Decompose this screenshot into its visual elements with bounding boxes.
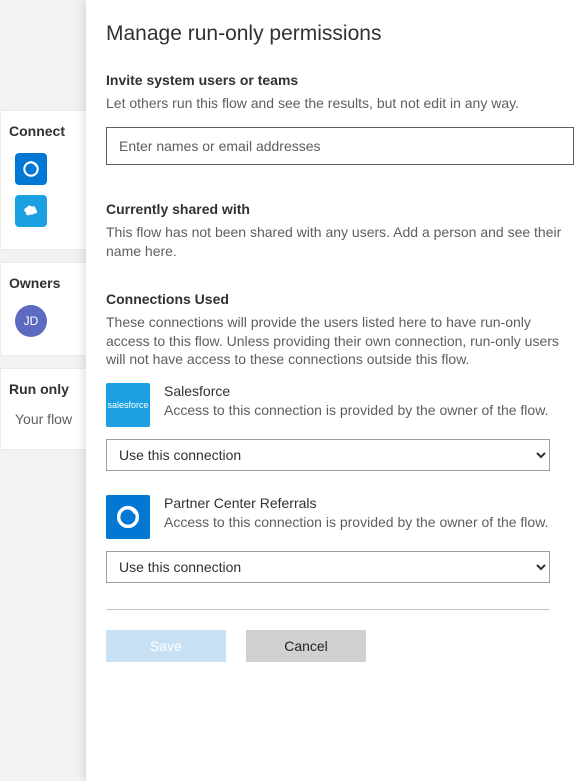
connections-heading: Connections Used <box>106 291 574 307</box>
shared-heading: Currently shared with <box>106 201 574 217</box>
panel-title: Manage run-only permissions <box>106 22 574 46</box>
bg-connections-card: Connect <box>0 110 92 250</box>
background-sidebar: Connect Owners JD Run only Your flow <box>0 0 92 781</box>
bg-connections-title: Connect <box>9 123 83 139</box>
bg-owners-card: Owners JD <box>0 262 92 356</box>
bg-runonly-text: Your flow <box>15 411 77 427</box>
connection-name: Salesforce <box>164 383 574 399</box>
connection-desc: Access to this connection is provided by… <box>164 513 574 531</box>
invite-desc: Let others run this flow and see the res… <box>106 94 574 113</box>
connections-desc: These connections will provide the users… <box>106 313 574 370</box>
salesforce-icon: salesforce <box>106 383 150 427</box>
shared-desc: This flow has not been shared with any u… <box>106 223 574 261</box>
salesforce-icon <box>15 195 47 227</box>
connection-select-salesforce[interactable]: Use this connection <box>106 439 550 471</box>
connections-list: salesforce Salesforce Access to this con… <box>106 383 574 662</box>
connection-text: Partner Center Referrals Access to this … <box>164 495 574 531</box>
invite-heading: Invite system users or teams <box>106 72 574 88</box>
invite-input[interactable] <box>106 127 574 165</box>
footer-buttons: Save Cancel <box>106 630 574 662</box>
connection-name: Partner Center Referrals <box>164 495 574 511</box>
connection-text: Salesforce Access to this connection is … <box>164 383 574 419</box>
connection-desc: Access to this connection is provided by… <box>164 401 574 419</box>
connection-item-partner-center: Partner Center Referrals Access to this … <box>106 495 574 539</box>
connection-item-salesforce: salesforce Salesforce Access to this con… <box>106 383 574 427</box>
owner-avatar: JD <box>15 305 47 337</box>
bg-runonly-title: Run only <box>9 381 83 397</box>
divider <box>106 609 550 610</box>
partner-center-icon <box>15 153 47 185</box>
connection-select-partner-center[interactable]: Use this connection <box>106 551 550 583</box>
save-button[interactable]: Save <box>106 630 226 662</box>
permissions-panel: Manage run-only permissions Invite syste… <box>86 0 574 781</box>
partner-center-icon <box>106 495 150 539</box>
bg-owners-title: Owners <box>9 275 83 291</box>
cancel-button[interactable]: Cancel <box>246 630 366 662</box>
bg-runonly-card: Run only Your flow <box>0 368 92 450</box>
